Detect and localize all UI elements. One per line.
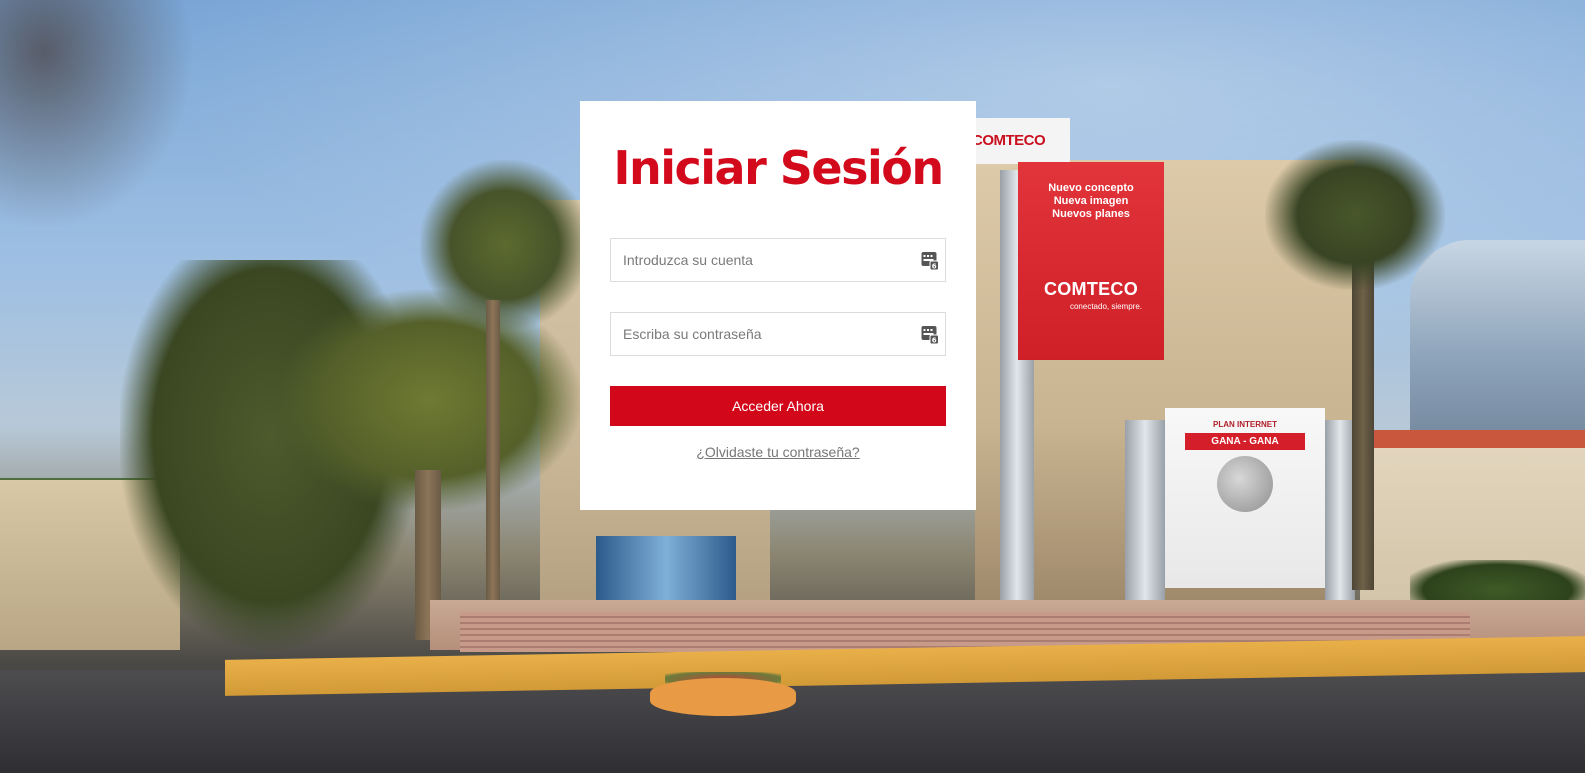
- red-banner-tagline: conectado, siempre.: [1069, 302, 1143, 311]
- account-field: 6: [610, 238, 946, 282]
- svg-text:6: 6: [932, 263, 937, 271]
- password-input[interactable]: [611, 313, 945, 355]
- red-banner-slogan: Nuevo concepto Nueva imagen Nuevos plane…: [1048, 182, 1134, 220]
- red-banner: Nuevo concepto Nueva imagen Nuevos plane…: [1018, 162, 1164, 360]
- account-input[interactable]: [611, 239, 945, 281]
- login-title: Iniciar Sesión: [613, 141, 944, 195]
- white-banner-title: PLAN INTERNET: [1213, 420, 1277, 429]
- login-card: Iniciar Sesión 6 6: [580, 101, 976, 510]
- svg-text:6: 6: [932, 337, 937, 345]
- tree-branches: [0, 0, 220, 260]
- keyboard-icon-graphic: 6: [921, 326, 939, 345]
- planter: [650, 678, 796, 716]
- tower-sign-text: COMTECO: [972, 132, 1046, 149]
- login-button[interactable]: Acceder Ahora: [610, 386, 946, 426]
- keyboard-icon-graphic: 6: [921, 252, 939, 271]
- red-banner-logo: COMTECO: [1043, 279, 1139, 299]
- tower-pillar: [1125, 420, 1165, 610]
- palm-tree: [420, 160, 590, 330]
- forgot-password-link[interactable]: ¿Olvidaste tu contraseña?: [610, 444, 946, 460]
- keyboard-icon[interactable]: 6: [921, 251, 939, 271]
- white-banner: PLAN INTERNET GANA - GANA: [1165, 408, 1325, 588]
- keyboard-icon[interactable]: 6: [921, 325, 939, 345]
- tower-pillar: [1325, 420, 1355, 610]
- password-field: 6: [610, 312, 946, 356]
- palm-tree: [1265, 140, 1445, 290]
- coin-graphic: [1217, 456, 1273, 512]
- building-mural: [596, 536, 736, 600]
- white-banner-ribbon: GANA - GANA: [1185, 433, 1305, 450]
- palm-trunk: [486, 300, 500, 640]
